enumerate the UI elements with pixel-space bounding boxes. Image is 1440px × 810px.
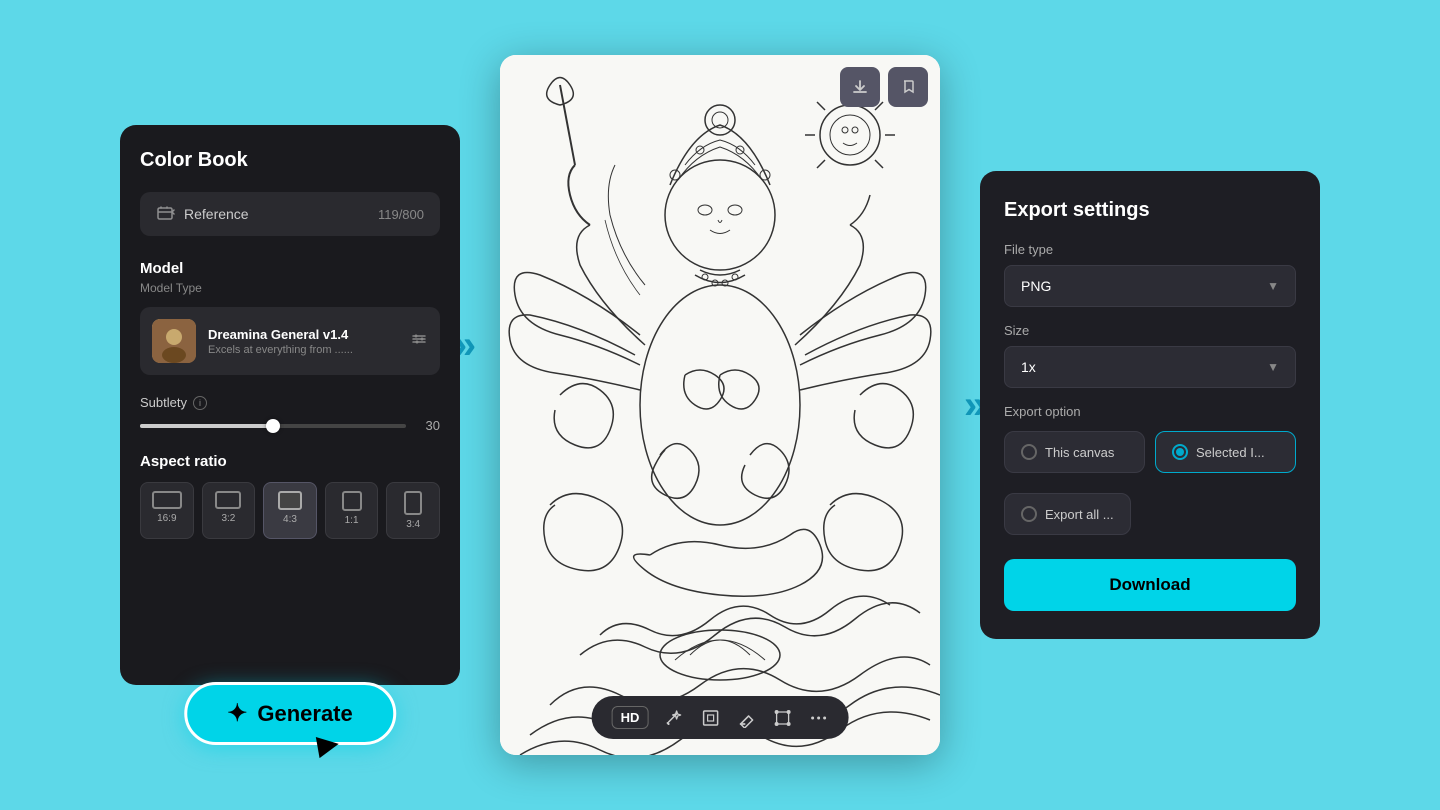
more-options-button[interactable] — [808, 708, 828, 728]
aspect-169[interactable]: 16:9 — [140, 482, 194, 539]
aspect-32[interactable]: 3:2 — [202, 482, 256, 539]
subtlety-value: 30 — [416, 418, 440, 433]
selected-option[interactable]: Selected I... — [1155, 431, 1296, 473]
this-canvas-option[interactable]: This canvas — [1004, 431, 1145, 473]
hd-button[interactable]: HD — [612, 706, 649, 729]
transform-tool[interactable] — [772, 708, 792, 728]
model-settings-icon[interactable] — [410, 330, 428, 353]
generate-button[interactable]: ✦ Generate — [184, 682, 396, 745]
eraser-tool[interactable] — [736, 708, 756, 728]
file-type-select[interactable]: PNG ▼ — [1004, 265, 1296, 307]
canvas-image — [500, 55, 940, 755]
frame-tool[interactable] — [700, 708, 720, 728]
subtlety-slider[interactable]: 30 — [140, 418, 440, 433]
aspect-34[interactable]: 3:4 — [386, 482, 440, 539]
file-type-label: File type — [1004, 242, 1296, 257]
this-canvas-label: This canvas — [1045, 445, 1114, 460]
reference-label: Reference — [184, 206, 249, 222]
canvas-panel: HD — [500, 55, 940, 755]
export-title: Export settings — [1004, 199, 1296, 222]
aspect-43[interactable]: 4:3 — [263, 482, 317, 539]
model-type-label: Model Type — [140, 281, 440, 295]
model-section-label: Model — [140, 260, 440, 277]
export-option-label: Export option — [1004, 404, 1296, 419]
export-all-label: Export all ... — [1045, 507, 1114, 522]
model-name: Dreamina General v1.4 — [208, 327, 398, 342]
aspect-options: 16:9 3:2 4:3 1:1 3:4 — [140, 482, 440, 539]
size-select[interactable]: 1x ▼ — [1004, 346, 1296, 388]
generate-label: Generate — [257, 701, 352, 727]
size-value: 1x — [1021, 359, 1036, 375]
canvas-toolbar-top — [840, 67, 928, 107]
magic-wand-tool[interactable] — [664, 708, 684, 728]
download-button[interactable]: Download — [1004, 559, 1296, 611]
reference-icon — [156, 204, 176, 224]
size-label: Size — [1004, 323, 1296, 338]
panel-title: Color Book — [140, 149, 440, 172]
export-all-radio — [1021, 506, 1037, 522]
size-chevron: ▼ — [1267, 360, 1279, 374]
aspect-11[interactable]: 1:1 — [325, 482, 379, 539]
model-thumbnail — [152, 319, 196, 363]
left-panel: Color Book Reference 119/800 Model Model… — [120, 125, 460, 685]
bookmark-canvas-button[interactable] — [888, 67, 928, 107]
coloring-artwork — [500, 55, 940, 755]
this-canvas-radio — [1021, 444, 1037, 460]
model-thumb-svg — [152, 319, 196, 363]
export-all-option[interactable]: Export all ... — [1004, 493, 1131, 535]
generate-star-icon: ✦ — [227, 699, 247, 728]
file-type-value: PNG — [1021, 278, 1051, 294]
subtlety-label: Subtlety — [140, 395, 187, 410]
canvas-toolbar-bottom: HD — [592, 696, 849, 739]
selected-radio — [1172, 444, 1188, 460]
export-panel: Export settings File type PNG ▼ Size 1x … — [980, 171, 1320, 639]
selected-label: Selected I... — [1196, 445, 1265, 460]
reference-count: 119/800 — [378, 207, 424, 222]
model-desc: Excels at everything from ...... — [208, 344, 398, 356]
download-canvas-button[interactable] — [840, 67, 880, 107]
reference-box[interactable]: Reference 119/800 — [140, 192, 440, 236]
export-options-grid: This canvas Selected I... — [1004, 431, 1296, 473]
aspect-ratio-label: Aspect ratio — [140, 453, 440, 470]
subtlety-info-icon: i — [193, 396, 207, 410]
model-card[interactable]: Dreamina General v1.4 Excels at everythi… — [140, 307, 440, 375]
main-container: Color Book Reference 119/800 Model Model… — [30, 25, 1410, 785]
file-type-chevron: ▼ — [1267, 279, 1279, 293]
